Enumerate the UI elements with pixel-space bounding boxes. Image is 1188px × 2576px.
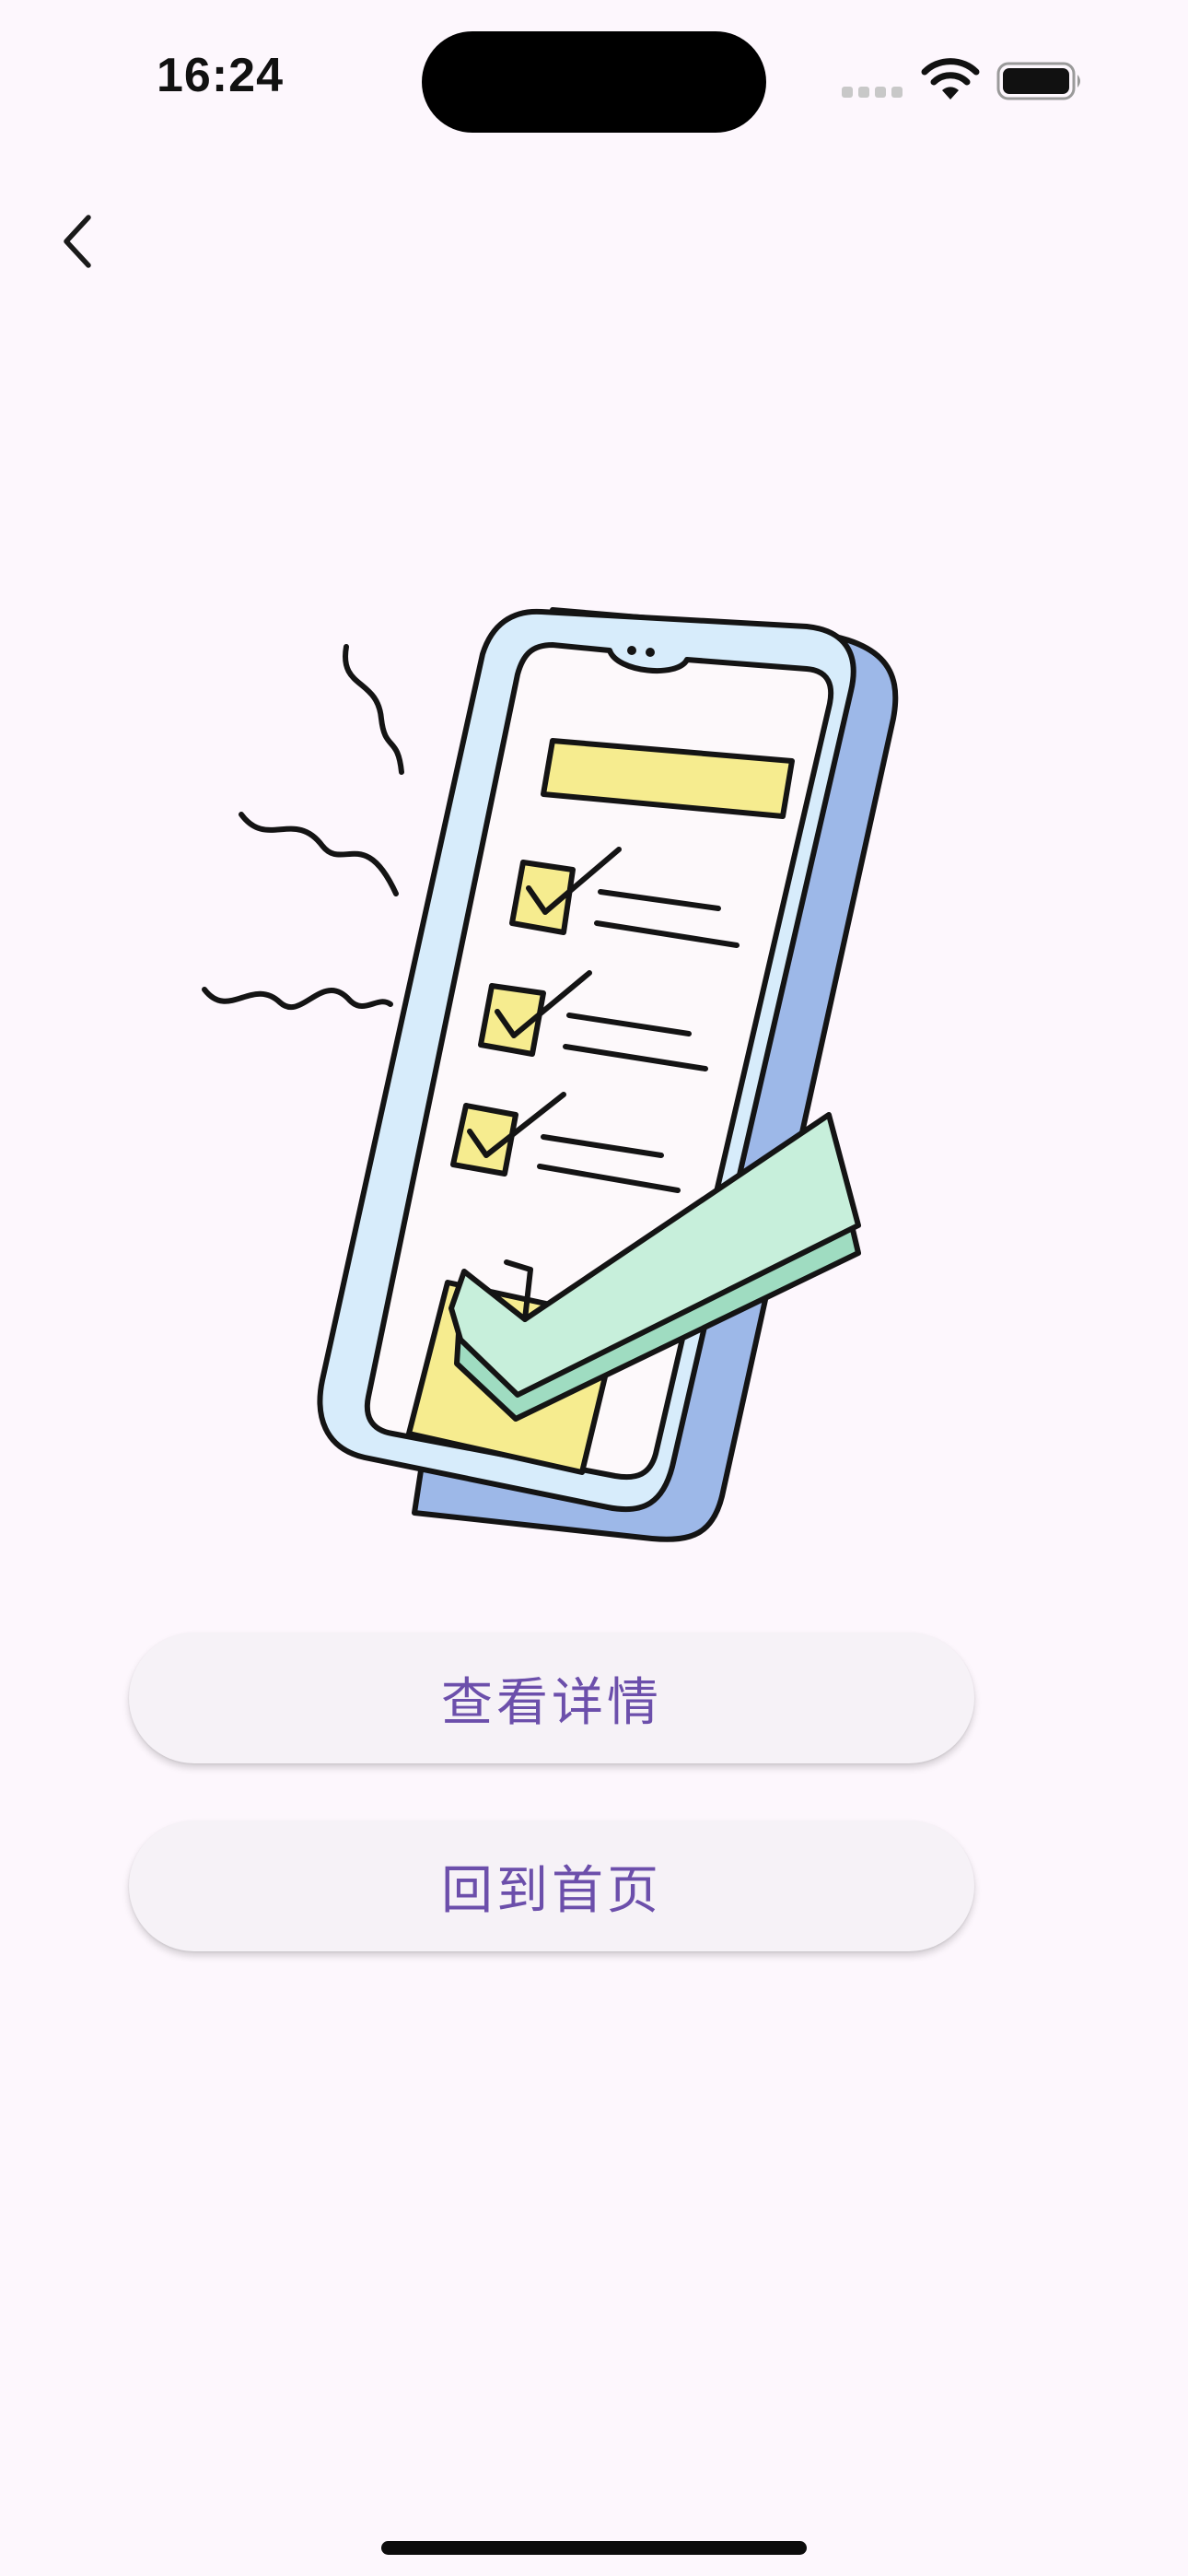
back-home-button[interactable]: 回到首页	[129, 1821, 974, 1951]
cellular-signal-icon	[842, 87, 903, 98]
chevron-left-icon	[64, 215, 91, 268]
dynamic-island	[422, 31, 766, 133]
battery-icon	[996, 62, 1080, 100]
wifi-icon	[921, 58, 980, 100]
back-button[interactable]	[48, 199, 107, 284]
home-indicator[interactable]	[381, 2541, 807, 2555]
view-details-button[interactable]: 查看详情	[129, 1633, 974, 1763]
status-time: 16:24	[157, 49, 284, 102]
phone-checklist-illustration	[202, 607, 899, 1542]
